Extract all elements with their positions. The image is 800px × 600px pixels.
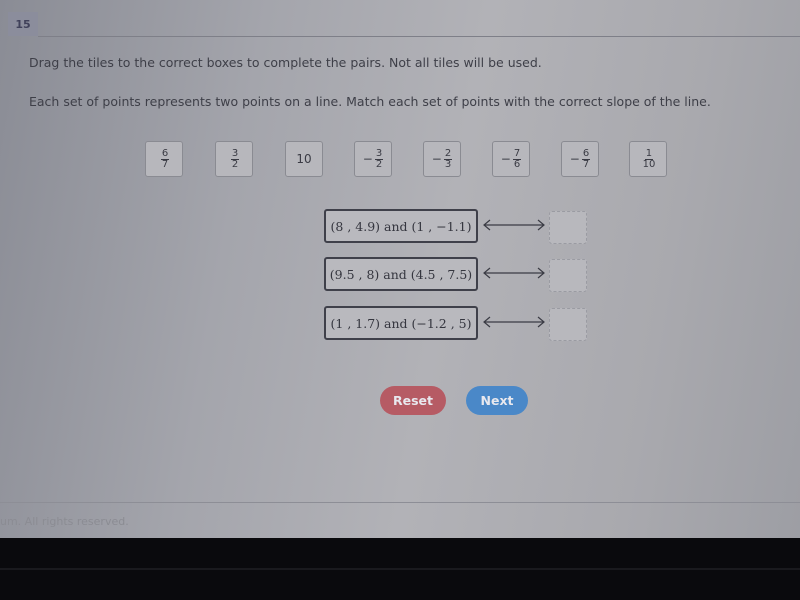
tile-denominator: 2 [375, 158, 383, 170]
tile-numerator: 7 [512, 147, 522, 160]
tile-denominator: 3 [444, 158, 452, 170]
monitor-bezel [0, 568, 800, 570]
tile-3-2[interactable]: 3 2 [215, 141, 253, 177]
tile-numerator: 6 [581, 147, 591, 160]
answer-drop-box-1[interactable] [549, 211, 587, 244]
tile-1-10[interactable]: 1 10 [629, 141, 667, 177]
header-divider [38, 36, 800, 37]
reset-button[interactable]: Reset [380, 386, 446, 415]
instruction-text: Drag the tiles to the correct boxes to c… [29, 55, 542, 70]
tile-denominator: 10 [642, 158, 656, 170]
tile-numerator: 6 [160, 147, 170, 160]
tile-denominator: 7 [582, 158, 590, 170]
next-button[interactable]: Next [466, 386, 528, 415]
double-arrow-icon [483, 316, 545, 328]
footer-divider [0, 502, 800, 503]
tile-sign: − [362, 152, 373, 166]
tile-fraction: 7 6 [512, 147, 522, 170]
question-number-badge: 15 [8, 12, 38, 36]
point-pair-2: (9.5 , 8) and (4.5 , 7.5) [324, 257, 478, 291]
tile-numerator: 3 [374, 147, 384, 160]
tile-fraction: 3 2 [230, 147, 240, 170]
double-arrow-icon [483, 267, 545, 279]
tile-denominator: 6 [513, 158, 521, 170]
question-text: Each set of points represents two points… [29, 94, 711, 109]
point-pair-1: (8 , 4.9) and (1 , −1.1) [324, 209, 478, 243]
copyright-text: um. All rights reserved. [0, 515, 129, 528]
answer-drop-box-2[interactable] [549, 259, 587, 292]
tile-sign: − [500, 152, 511, 166]
tile-10[interactable]: 10 [285, 141, 323, 177]
tile-neg-2-3[interactable]: − 2 3 [423, 141, 461, 177]
double-arrow-icon [483, 219, 545, 231]
tile-neg-6-7[interactable]: − 6 7 [561, 141, 599, 177]
tile-fraction: 1 10 [642, 147, 656, 170]
tile-whole-number: 10 [296, 152, 312, 166]
tile-numerator: 1 [644, 147, 654, 160]
tile-fraction: 6 7 [160, 147, 170, 170]
tile-numerator: 2 [443, 147, 453, 160]
tile-denominator: 7 [161, 158, 169, 170]
tile-fraction: 6 7 [581, 147, 591, 170]
screen: 15 Drag the tiles to the correct boxes t… [0, 0, 800, 538]
tile-denominator: 2 [231, 158, 239, 170]
tile-sign: − [569, 152, 580, 166]
tile-6-7[interactable]: 6 7 [145, 141, 183, 177]
tile-neg-3-2[interactable]: − 3 2 [354, 141, 392, 177]
tile-numerator: 3 [230, 147, 240, 160]
tile-fraction: 2 3 [443, 147, 453, 170]
tile-fraction: 3 2 [374, 147, 384, 170]
tile-sign: − [431, 152, 442, 166]
tile-neg-7-6[interactable]: − 7 6 [492, 141, 530, 177]
answer-drop-box-3[interactable] [549, 308, 587, 341]
point-pair-3: (1 , 1.7) and (−1.2 , 5) [324, 306, 478, 340]
